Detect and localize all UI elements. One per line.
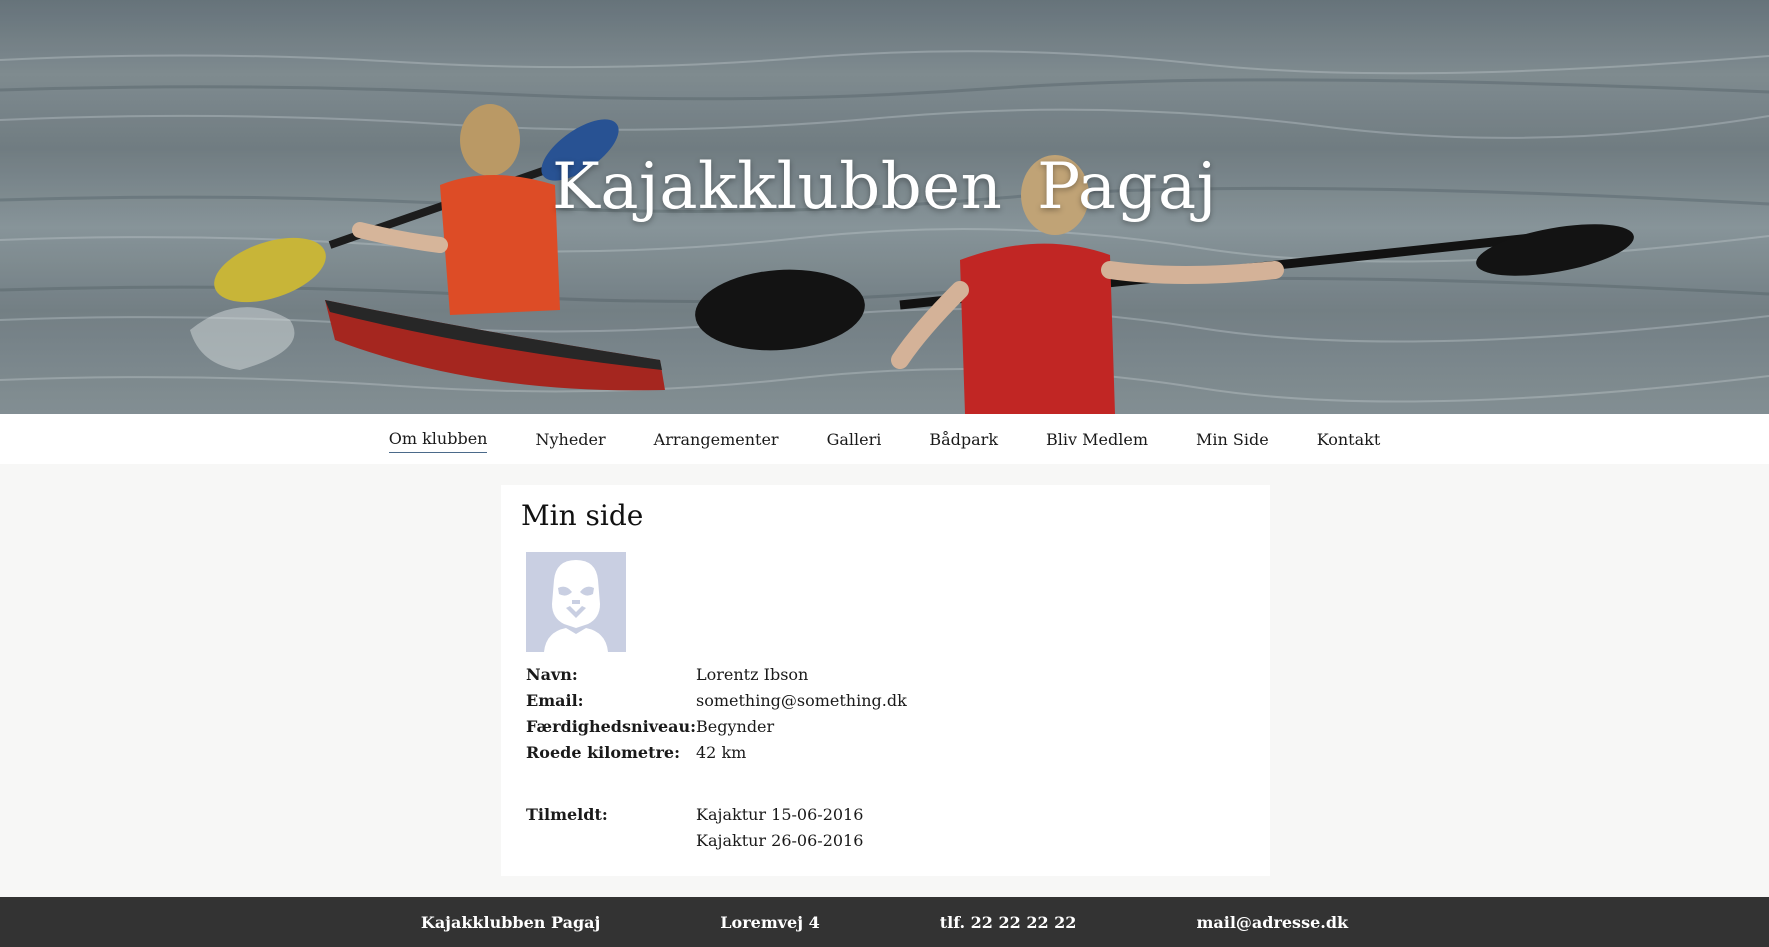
registered-label: Tilmeldt: [526, 805, 608, 824]
nav-item-bliv-medlem[interactable]: Bliv Medlem [1046, 426, 1148, 453]
km-label: Roede kilometre: [526, 743, 681, 762]
registered-list: Kajaktur 15-06-2016 Kajaktur 26-06-2016 [696, 802, 863, 854]
km-value: 42 km [696, 743, 747, 762]
email-value: something@something.dk [696, 691, 907, 710]
main-nav: Om klubben Nyheder Arrangementer Galleri… [0, 414, 1769, 464]
nav-item-min-side[interactable]: Min Side [1196, 426, 1269, 453]
page-title: Min side [521, 499, 644, 532]
profile-info: Navn: Lorentz Ibson Email: something@som… [526, 662, 1250, 766]
stormtrooper-avatar-icon [544, 560, 608, 652]
profile-card: Min side Navn: Lorentz Ibson Email: some… [501, 485, 1270, 876]
info-row-skill: Færdighedsniveau: Begynder [526, 714, 1250, 740]
avatar [526, 552, 626, 652]
registrations: Tilmeldt: Kajaktur 15-06-2016 Kajaktur 2… [526, 802, 1250, 854]
nav-item-kontakt[interactable]: Kontakt [1317, 426, 1381, 453]
list-item: Kajaktur 26-06-2016 [696, 831, 864, 850]
footer-club-name: Kajakklubben Pagaj [420, 912, 601, 932]
footer-phone: tlf. 22 22 22 22 [939, 912, 1077, 932]
footer-email: mail@adresse.dk [1196, 912, 1349, 932]
skill-label: Færdighedsniveau: [526, 717, 697, 736]
list-item: Kajaktur 15-06-2016 [696, 805, 864, 824]
footer-address: Loremvej 4 [720, 912, 820, 932]
site-title: Kajakklubben Pagaj [552, 150, 1217, 224]
name-value: Lorentz Ibson [696, 665, 809, 684]
hero-banner: Kajakklubben Pagaj [0, 0, 1769, 414]
info-row-km: Roede kilometre: 42 km [526, 740, 1250, 766]
nav-item-arrangementer[interactable]: Arrangementer [654, 426, 779, 453]
nav-item-nyheder[interactable]: Nyheder [535, 426, 605, 453]
nav-item-galleri[interactable]: Galleri [827, 426, 882, 453]
info-row-name: Navn: Lorentz Ibson [526, 662, 1250, 688]
footer: Kajakklubben Pagaj Loremvej 4 tlf. 22 22… [0, 897, 1769, 947]
info-row-email: Email: something@something.dk [526, 688, 1250, 714]
skill-value: Begynder [696, 717, 775, 736]
email-label: Email: [526, 691, 584, 710]
name-label: Navn: [526, 665, 578, 684]
nav-item-badpark[interactable]: Bådpark [929, 426, 998, 453]
nav-item-om-klubben[interactable]: Om klubben [388, 425, 488, 453]
